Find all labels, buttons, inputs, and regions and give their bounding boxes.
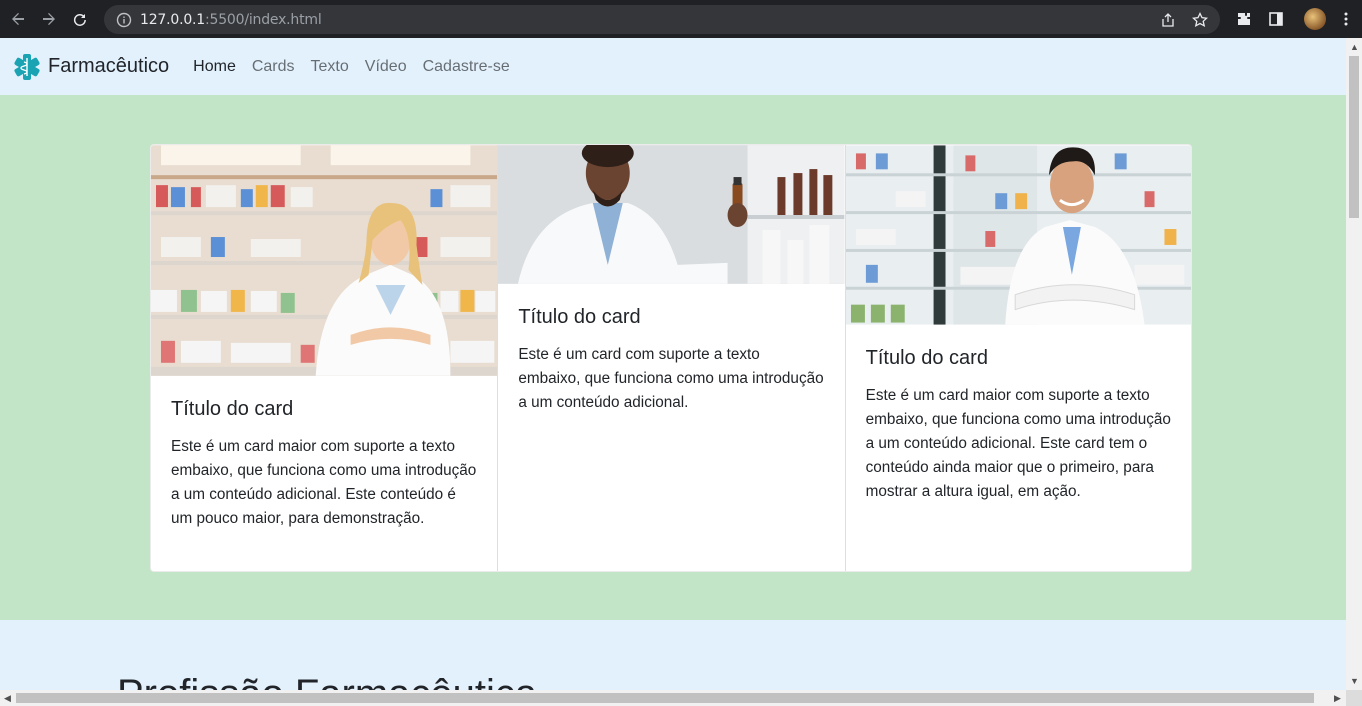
card-3: Título do card Este é um card maior com … — [844, 145, 1191, 571]
cards-section: Título do card Este é um card maior com … — [0, 95, 1346, 620]
bookmark-star-icon[interactable] — [1188, 8, 1212, 32]
nav-link-video[interactable]: Vídeo — [365, 58, 407, 76]
scroll-right-arrow-icon[interactable]: ▶ — [1334, 693, 1341, 704]
card-body: Título do card Este é um card maior com … — [151, 376, 497, 551]
site-navbar: Farmacêutico Home Cards Texto Vídeo Cada… — [0, 38, 1346, 95]
scrollbar-corner — [1346, 690, 1362, 706]
vertical-scroll-thumb[interactable] — [1349, 56, 1359, 218]
scroll-up-arrow-icon[interactable]: ▲ — [1350, 42, 1359, 52]
vertical-scrollbar[interactable]: ▲ ▼ — [1346, 38, 1362, 690]
section-heading: Profissão Farmacêutica — [117, 672, 537, 690]
card-image-pharmacist-bottle — [498, 145, 845, 284]
scroll-down-arrow-icon[interactable]: ▼ — [1350, 676, 1359, 686]
card-image-pharmacist-man — [845, 145, 1191, 325]
address-bar[interactable]: 127.0.0.1:5500/index.html — [104, 5, 1220, 34]
profile-avatar[interactable] — [1304, 8, 1326, 30]
nav-link-cards[interactable]: Cards — [252, 58, 295, 76]
nav-link-texto[interactable]: Texto — [311, 58, 349, 76]
card-text: Este é um card maior com suporte a texto… — [865, 387, 1171, 500]
nav-links: Home Cards Texto Vídeo Cadastre-se — [193, 58, 526, 76]
forward-icon[interactable] — [36, 6, 62, 32]
browser-toolbar: 127.0.0.1:5500/index.html — [0, 0, 1362, 38]
card-2: Título do card Este é um card com suport… — [497, 145, 845, 571]
card-text: Este é um card maior com suporte a texto… — [171, 438, 477, 527]
brand-name: Farmacêutico — [48, 55, 170, 77]
nav-link-home[interactable]: Home — [193, 58, 236, 76]
nav-link-cadastre[interactable]: Cadastre-se — [423, 58, 510, 76]
share-icon[interactable] — [1156, 8, 1180, 32]
horizontal-scroll-thumb[interactable] — [16, 693, 1314, 703]
card-title: Título do card — [171, 398, 294, 420]
side-panel-icon[interactable] — [1264, 7, 1288, 31]
url-text: 127.0.0.1:5500/index.html — [140, 11, 322, 28]
card-text: Este é um card com suporte a texto embai… — [518, 346, 824, 411]
extensions-puzzle-icon[interactable] — [1232, 7, 1256, 31]
scroll-left-arrow-icon[interactable]: ◀ — [4, 693, 11, 704]
medical-star-icon — [14, 53, 40, 80]
card-body: Título do card Este é um card com suport… — [498, 284, 844, 435]
card-title: Título do card — [865, 347, 988, 369]
card-title: Título do card — [518, 306, 641, 328]
card-image-pharmacist-woman — [151, 145, 498, 376]
back-icon[interactable] — [5, 6, 31, 32]
card-group: Título do card Este é um card maior com … — [150, 144, 1192, 572]
card-body: Título do card Este é um card maior com … — [846, 325, 1191, 524]
card-1: Título do card Este é um card maior com … — [151, 145, 498, 571]
page-viewport: Farmacêutico Home Cards Texto Vídeo Cada… — [0, 38, 1346, 690]
brand[interactable]: Farmacêutico — [12, 52, 169, 82]
menu-dots-icon[interactable] — [1334, 7, 1358, 31]
reload-icon[interactable] — [67, 6, 93, 32]
horizontal-scrollbar[interactable]: ◀ ▶ — [0, 690, 1346, 706]
info-icon[interactable] — [116, 12, 132, 28]
